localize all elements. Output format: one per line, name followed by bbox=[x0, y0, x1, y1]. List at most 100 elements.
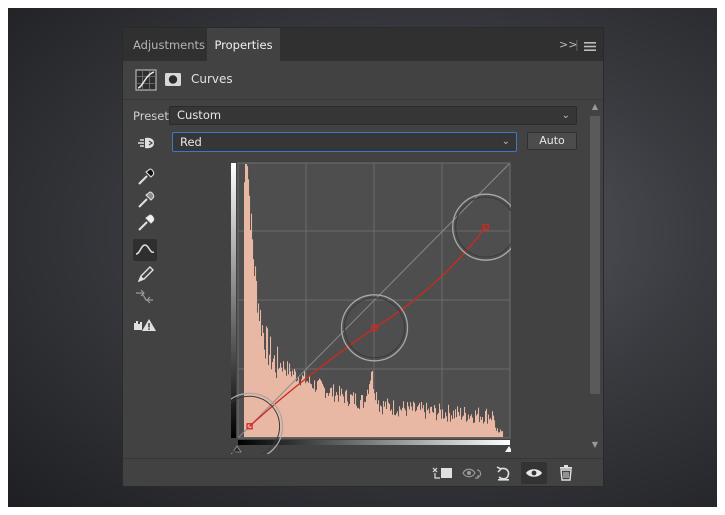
channel-dropdown[interactable]: Red ⌄ bbox=[172, 132, 517, 152]
clip-to-layer-icon[interactable] bbox=[429, 462, 455, 484]
histogram-bar bbox=[300, 385, 302, 437]
histogram-bar bbox=[253, 259, 255, 437]
panel-menu-icon[interactable] bbox=[584, 40, 596, 54]
histogram-bar bbox=[373, 388, 375, 437]
view-previous-icon[interactable] bbox=[460, 462, 486, 484]
histogram-bar bbox=[313, 388, 315, 437]
histogram-bar bbox=[338, 401, 340, 437]
histogram-bar bbox=[355, 393, 357, 437]
auto-button[interactable]: Auto bbox=[527, 132, 577, 150]
histogram-bar bbox=[470, 416, 472, 437]
scroll-up-icon[interactable]: ▲ bbox=[589, 102, 601, 111]
histogram-bar bbox=[398, 416, 400, 437]
scroll-down-icon[interactable]: ▼ bbox=[589, 440, 601, 449]
histogram-bar bbox=[361, 395, 363, 437]
histogram-bar bbox=[501, 431, 503, 437]
histogram-bar bbox=[381, 406, 383, 437]
histogram-bar bbox=[403, 401, 405, 437]
histogram-bar bbox=[255, 266, 257, 437]
histogram-bar bbox=[457, 406, 459, 437]
histogram-bar bbox=[303, 376, 305, 437]
histogram-bar bbox=[399, 406, 401, 437]
gray-point-eyedropper-icon[interactable] bbox=[133, 188, 157, 210]
histogram-bar bbox=[348, 406, 350, 437]
chevron-down-icon: ⌄ bbox=[561, 110, 570, 121]
histogram-bar bbox=[351, 394, 353, 437]
histogram-bar bbox=[450, 421, 452, 437]
histogram-bar bbox=[416, 410, 418, 437]
tab-properties[interactable]: Properties bbox=[207, 28, 280, 61]
histogram-bar bbox=[442, 409, 444, 437]
tab-adjustments[interactable]: Adjustments bbox=[133, 28, 205, 61]
on-image-adjust-icon[interactable] bbox=[134, 132, 158, 154]
histogram-bar bbox=[358, 407, 360, 437]
histogram-bar bbox=[281, 367, 283, 437]
histogram-bar bbox=[357, 408, 359, 437]
black-input-slider[interactable] bbox=[232, 445, 242, 453]
white-input-slider[interactable] bbox=[505, 446, 513, 452]
visibility-eye-icon[interactable] bbox=[521, 462, 547, 484]
histogram-bar bbox=[367, 389, 369, 437]
white-point-eyedropper-icon[interactable] bbox=[133, 211, 157, 233]
histogram-bar bbox=[374, 393, 376, 437]
histogram-bar bbox=[417, 406, 419, 437]
clipping-warning-icon[interactable] bbox=[133, 314, 157, 336]
histogram-bar bbox=[368, 393, 370, 437]
histogram-bar bbox=[408, 406, 410, 437]
preset-value: Custom bbox=[177, 108, 222, 122]
histogram-bar bbox=[443, 418, 445, 437]
histogram-bar bbox=[278, 369, 280, 437]
curves-graph[interactable] bbox=[215, 162, 520, 460]
histogram-bar bbox=[250, 230, 252, 437]
preset-dropdown[interactable]: Custom ⌄ bbox=[169, 106, 577, 125]
histogram-bar bbox=[308, 382, 310, 437]
histogram-bar bbox=[487, 423, 489, 437]
histogram-bar bbox=[460, 407, 462, 437]
histogram-bar bbox=[413, 401, 415, 437]
curve-points-icon[interactable] bbox=[133, 239, 157, 261]
histogram-bar bbox=[409, 409, 411, 437]
histogram-bar bbox=[466, 421, 468, 437]
histogram-bar bbox=[396, 413, 398, 437]
histogram-bar bbox=[334, 401, 336, 437]
histogram-bar bbox=[366, 396, 368, 437]
histogram-bar bbox=[345, 391, 347, 437]
histogram-bar bbox=[327, 392, 329, 437]
smooth-icon[interactable] bbox=[133, 286, 157, 308]
histogram-bar bbox=[349, 403, 351, 437]
trash-icon[interactable] bbox=[553, 462, 579, 484]
histogram-bar bbox=[328, 395, 330, 437]
layer-mask-icon[interactable] bbox=[163, 69, 183, 89]
histogram-bar bbox=[288, 374, 290, 437]
histogram-bar bbox=[447, 421, 449, 437]
histogram-bar bbox=[404, 408, 406, 437]
histogram-bar bbox=[248, 179, 250, 438]
histogram-bar bbox=[353, 392, 355, 437]
histogram-bar bbox=[433, 412, 435, 437]
histogram-bar bbox=[356, 405, 358, 437]
histogram-bar bbox=[493, 415, 495, 437]
black-point-eyedropper-icon[interactable] bbox=[133, 165, 157, 187]
histogram-bar bbox=[302, 375, 304, 437]
histogram-bar bbox=[420, 409, 422, 437]
histogram-bar bbox=[463, 415, 465, 437]
histogram-bar bbox=[346, 389, 348, 437]
histogram-bar bbox=[340, 395, 342, 437]
histogram-bar bbox=[330, 388, 332, 437]
pencil-icon[interactable] bbox=[133, 263, 157, 285]
histogram-bar bbox=[455, 409, 457, 437]
histogram-bar bbox=[489, 419, 491, 437]
histogram-bar bbox=[451, 415, 453, 437]
histogram-bar bbox=[342, 394, 344, 437]
properties-panel: Adjustments Properties >> | Curves Prese… bbox=[122, 27, 604, 487]
curves-adjustment-icon[interactable] bbox=[135, 69, 157, 91]
histogram-bar bbox=[394, 414, 396, 437]
histogram-bar bbox=[481, 419, 483, 437]
histogram-bar bbox=[343, 396, 345, 437]
histogram-bar bbox=[363, 407, 365, 437]
histogram-bar bbox=[362, 395, 364, 437]
scrollbar-thumb[interactable] bbox=[590, 116, 600, 394]
histogram-bar bbox=[390, 410, 392, 437]
histogram-bar bbox=[251, 213, 253, 437]
reset-icon[interactable] bbox=[491, 462, 517, 484]
